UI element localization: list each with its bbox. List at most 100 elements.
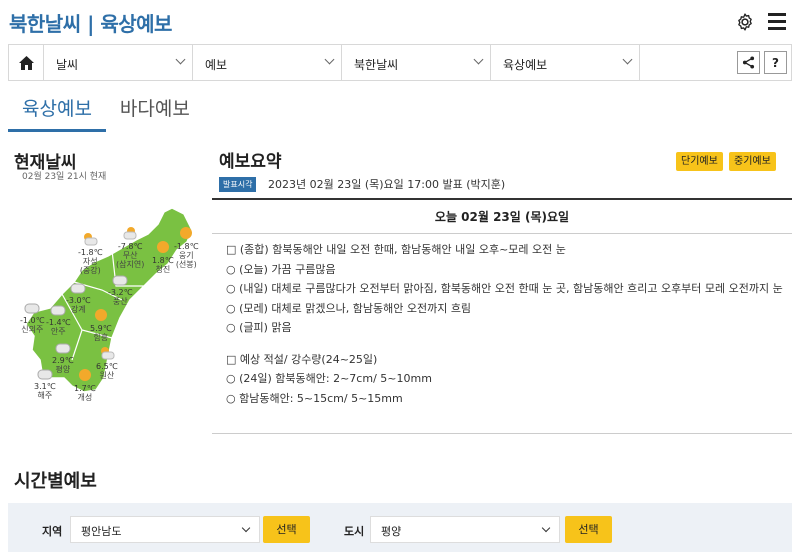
breadcrumb-select-3[interactable]: 북한날씨 — [342, 45, 491, 80]
home-icon — [18, 55, 34, 70]
chevron-down-icon — [622, 54, 633, 65]
station-pungsan[interactable]: -3.2℃ 풍산 — [108, 274, 133, 306]
forecast-line: ○ (모레) 대체로 맑겠으나, 함남동해안 오전까지 흐림 — [226, 301, 472, 315]
publish-time-badge: 발표시각 — [219, 177, 257, 192]
city-select-button[interactable]: 선택 — [565, 516, 612, 543]
region-label: 지역 — [42, 525, 63, 538]
forecast-line: □ (종합) 함북동해안 내일 오전 한때, 함남동해안 내일 오후~모레 오전… — [226, 243, 566, 256]
forecast-summary-box: 오늘 02월 23일 (목)요일 □ (종합) 함북동해안 내일 오전 한때, … — [212, 198, 792, 434]
breadcrumb-select-1[interactable]: 날씨 — [44, 45, 193, 80]
chevron-down-icon — [175, 54, 186, 65]
sunny-icon — [94, 309, 107, 321]
station-name: 개성 — [77, 393, 93, 402]
breadcrumb-select-4[interactable]: 육상예보 — [491, 45, 640, 80]
station-musan[interactable]: -7.8℃ 무산 (삼지연) — [116, 226, 144, 269]
station-temp: 6.5℃ — [96, 362, 118, 371]
station-name: 안주 — [50, 327, 66, 336]
forecast-line: ○ (24일) 함북동해안: 2~7cm/ 5~10mm — [226, 372, 432, 385]
cloudy-icon — [24, 303, 40, 314]
chevron-down-icon — [541, 523, 551, 533]
current-weather-date: 02월 23일 21시 현재 — [22, 172, 107, 182]
cloudy-icon — [37, 369, 53, 380]
station-sinuiju[interactable]: -1.0℃ 신의주 — [20, 302, 45, 334]
forecast-lines: □ (종합) 함북동해안 내일 오전 한때, 함남동해안 내일 오후~모레 오전… — [212, 234, 792, 408]
help-button[interactable]: ? — [764, 51, 787, 74]
north-korea-map: -7.8℃ 무산 (삼지연) -1.8℃ 웅기 (선봉) 1.8℃ 청진 -1.… — [12, 190, 212, 410]
tab-land-forecast[interactable]: 육상예보 — [8, 94, 106, 132]
station-name: 청진 — [155, 265, 171, 274]
station-temp: -3.2℃ — [108, 288, 133, 297]
station-temp: -1.0℃ — [20, 316, 45, 325]
forecast-date-header: 오늘 02월 23일 (목)요일 — [212, 200, 792, 234]
partly-cloudy-night-icon — [123, 227, 137, 240]
station-kaesong[interactable]: 1.7℃ 개성 — [74, 368, 96, 402]
forecast-line: ○ (글피) 맑음 — [226, 321, 292, 334]
short-term-forecast-button[interactable]: 단기예보 — [676, 152, 723, 171]
sunny-icon — [180, 227, 193, 239]
breadcrumb-tools: ? — [640, 45, 791, 80]
breadcrumb-label: 육상예보 — [503, 58, 548, 72]
partly-cloudy-icon — [100, 347, 115, 360]
forecast-line: ○ (내일) 대체로 구름많다가 오전부터 맑아짐, 함북동해안 오전 한때 눈… — [226, 282, 783, 295]
region-select-button[interactable]: 선택 — [263, 516, 310, 543]
breadcrumb-label: 예보 — [205, 58, 228, 72]
sunny-icon — [78, 369, 91, 381]
station-temp: 5.9℃ — [90, 324, 112, 333]
city-label: 도시 — [344, 525, 365, 538]
chevron-down-icon — [324, 54, 335, 65]
station-hamhung[interactable]: 5.9℃ 함흥 — [90, 308, 112, 342]
mid-term-forecast-button[interactable]: 중기예보 — [729, 152, 776, 171]
station-name: 해주 — [37, 391, 53, 400]
station-name: 풍산 — [112, 297, 128, 306]
partly-cloudy-icon — [84, 233, 98, 246]
forecast-tabs: 육상예보 바다예보 — [8, 94, 204, 132]
station-temp: 2.9℃ — [52, 356, 74, 365]
gear-icon[interactable] — [735, 12, 755, 32]
forecast-gap — [226, 338, 792, 350]
region-select[interactable]: 평안남도 — [70, 516, 260, 543]
station-wonsan[interactable]: 6.5℃ 원산 — [96, 346, 118, 380]
station-temp: -1.4℃ — [46, 318, 71, 327]
breadcrumb: 날씨 예보 북한날씨 육상예보 ? — [8, 44, 792, 81]
chevron-down-icon — [473, 54, 484, 65]
station-temp: 1.7℃ — [74, 384, 96, 393]
cloudy-icon — [50, 305, 66, 316]
station-jasong[interactable]: -1.8℃ 자성 (중강) — [78, 232, 103, 275]
station-name: 무산 (삼지연) — [116, 251, 145, 269]
station-temp: 3.1℃ — [34, 382, 56, 391]
tab-sea-forecast[interactable]: 바다예보 — [106, 94, 204, 132]
share-button[interactable] — [737, 51, 760, 74]
home-button[interactable] — [9, 45, 44, 80]
station-name: 웅기 (선봉) — [175, 251, 197, 269]
city-select[interactable]: 평양 — [370, 516, 560, 543]
city-value: 평양 — [381, 525, 402, 538]
breadcrumb-label: 북한날씨 — [354, 58, 399, 72]
station-name: 함흥 — [93, 333, 109, 342]
station-name: 원산 — [99, 371, 115, 380]
cloudy-icon — [55, 343, 71, 354]
hourly-forecast-title: 시간별예보 — [14, 471, 97, 492]
station-temp: -1.8℃ — [78, 248, 103, 257]
cloudy-icon — [112, 275, 128, 286]
station-ungi[interactable]: -1.8℃ 웅기 (선봉) — [174, 226, 199, 269]
breadcrumb-label: 날씨 — [56, 58, 79, 72]
station-anju[interactable]: -1.4℃ 안주 — [46, 304, 71, 336]
breadcrumb-select-2[interactable]: 예보 — [193, 45, 342, 80]
forecast-line: □ 예상 적설/ 강수량(24~25일) — [226, 352, 378, 366]
station-temp: -7.8℃ — [117, 242, 143, 251]
station-chongjin[interactable]: 1.8℃ 청진 — [152, 240, 174, 274]
region-value: 평안남도 — [81, 525, 122, 538]
share-icon — [742, 56, 755, 69]
station-temp: 1.8℃ — [152, 256, 174, 265]
menu-icon[interactable] — [768, 13, 786, 31]
cloudy-icon — [70, 283, 86, 294]
forecast-summary-title: 예보요약 — [219, 152, 282, 172]
station-temp: -1.8℃ — [174, 242, 199, 251]
station-haeju[interactable]: 3.1℃ 해주 — [34, 368, 56, 400]
header: 북한날씨 | 육상예보 — [0, 0, 800, 44]
station-name: 자성 (중강) — [79, 257, 101, 275]
forecast-line: ○ 함남동해안: 5~15cm/ 5~15mm — [226, 391, 403, 405]
hourly-filter-bar: 지역 평안남도 선택 도시 평양 선택 — [8, 503, 792, 552]
station-name: 신의주 — [21, 325, 44, 334]
page-title: 북한날씨 | 육상예보 — [9, 12, 172, 36]
